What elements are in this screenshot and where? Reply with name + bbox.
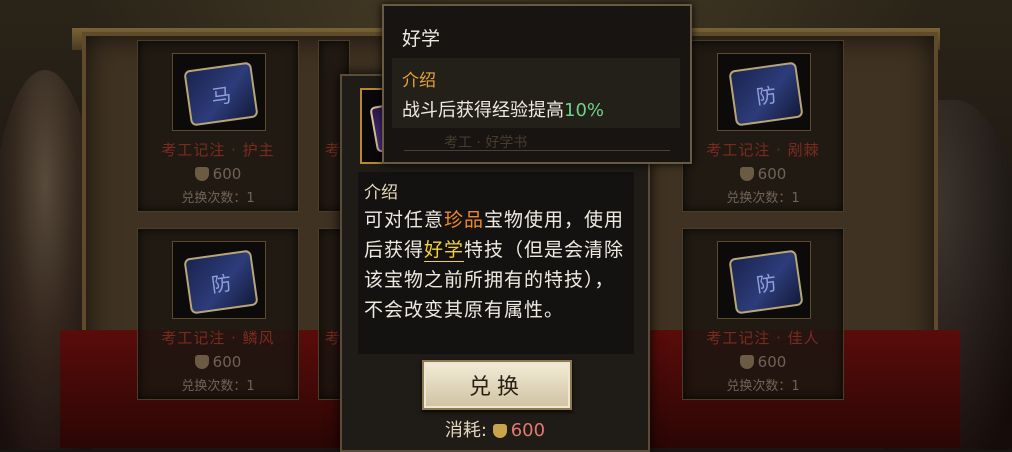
item-price: 600 [683, 165, 843, 183]
skill-tooltip: 好学 介绍 战斗后获得经验提高10% 考工 · 好学书 [382, 4, 692, 164]
item-icon-frame: 马 [172, 53, 266, 131]
shop-item-card[interactable]: 防 考工记注 · 佳人 600 兑换次数：1 [682, 228, 844, 400]
item-name: 考 [325, 141, 342, 159]
item-icon-frame: 防 [717, 241, 811, 319]
item-name: 考工记注 · 护主 [161, 141, 275, 159]
shield-coin-icon [739, 167, 754, 181]
cost-label: 消耗: [444, 420, 487, 441]
item-name: 考工记注 · 佳人 [706, 329, 820, 347]
item-name: 考 [325, 329, 342, 347]
scroll-icon: 防 [728, 61, 804, 127]
shield-coin-icon [194, 167, 209, 181]
scroll-icon: 防 [183, 249, 259, 315]
item-icon-frame: 防 [717, 53, 811, 131]
cost-value: 600 [510, 420, 546, 441]
scroll-icon: 马 [183, 61, 259, 127]
item-name: 考工记注 · 剐棘 [706, 141, 820, 159]
scroll-icon: 防 [728, 249, 804, 315]
quality-keyword: 珍品 [444, 209, 485, 231]
tooltip-divider [404, 150, 670, 151]
item-exchange-limit: 兑换次数：1 [726, 191, 800, 206]
exchange-button[interactable]: 兑换 [422, 360, 572, 410]
item-exchange-limit: 兑换次数：1 [181, 191, 255, 206]
item-icon-frame: 防 [172, 241, 266, 319]
exchange-cost: 消耗: 600 [342, 416, 648, 442]
tooltip-heading: 介绍 [402, 71, 436, 91]
description-heading: 介绍 [364, 183, 398, 203]
effect-value: 10% [564, 100, 605, 121]
shop-item-card[interactable]: 防 考工记注 · 剐棘 600 兑换次数：1 [682, 40, 844, 212]
tooltip-faded-text: 考工 · 好学书 [444, 135, 528, 151]
item-exchange-limit: 兑换次数：1 [181, 379, 255, 394]
item-description-box: 介绍 可对任意珍品宝物使用，使用后获得好学特技（但是会清除该宝物之前所拥有的特技… [358, 172, 634, 354]
description-text: 可对任意珍品宝物使用，使用后获得好学特技（但是会清除该宝物之前所拥有的特技），不… [364, 209, 625, 321]
shield-coin-icon [492, 424, 507, 438]
item-exchange-limit: 兑换次数：1 [726, 379, 800, 394]
item-price: 600 [683, 353, 843, 371]
skill-keyword-link[interactable]: 好学 [424, 239, 465, 262]
tooltip-title: 好学 [402, 28, 441, 50]
tooltip-section: 介绍 战斗后获得经验提高10% [392, 58, 680, 128]
item-name: 考工记注 · 鳞风 [161, 329, 275, 347]
tooltip-effect: 战斗后获得经验提高10% [402, 100, 605, 121]
shield-coin-icon [194, 355, 209, 369]
shop-item-card[interactable]: 防 考工记注 · 鳞风 600 兑换次数：1 [137, 228, 299, 400]
shop-item-card[interactable]: 马 考工记注 · 护主 600 兑换次数：1 [137, 40, 299, 212]
item-price: 600 [138, 353, 298, 371]
shield-coin-icon [739, 355, 754, 369]
item-price: 600 [138, 165, 298, 183]
